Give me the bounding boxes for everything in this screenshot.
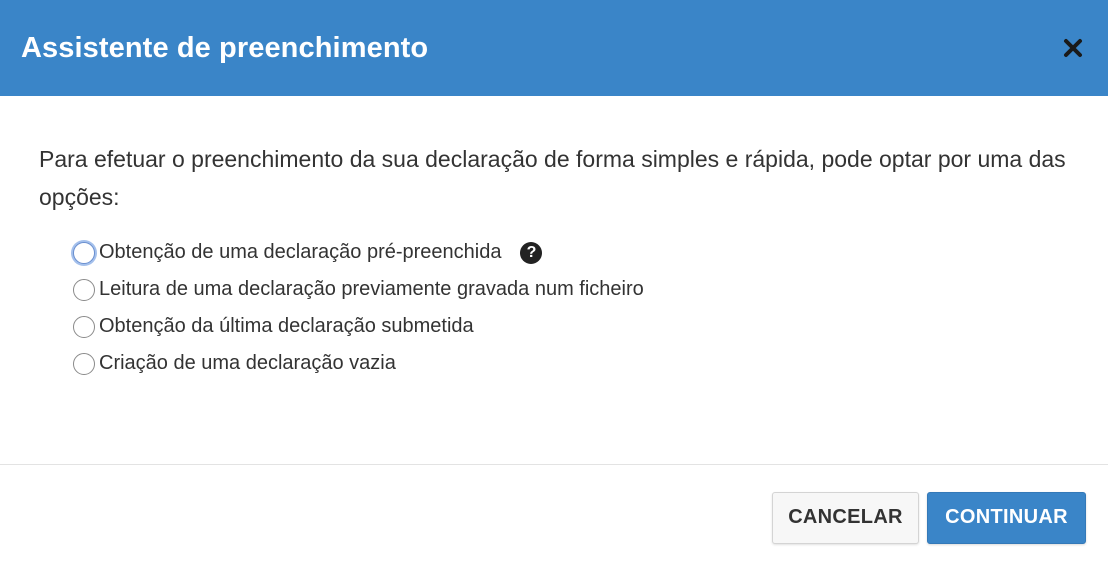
- close-button[interactable]: [1058, 33, 1088, 63]
- dialog-footer: CANCELAR CONTINUAR: [0, 465, 1108, 570]
- fill-assistant-dialog: Assistente de preenchimento Para efetuar…: [0, 0, 1108, 570]
- option-empty[interactable]: Criação de uma declaração vazia: [73, 345, 1068, 382]
- radio-last-submitted[interactable]: [73, 315, 95, 338]
- option-label: Leitura de uma declaração previamente gr…: [99, 278, 644, 300]
- radio-read-file[interactable]: [73, 278, 95, 301]
- continue-button[interactable]: CONTINUAR: [927, 491, 1086, 544]
- option-label: Obtenção da última declaração submetida: [99, 315, 474, 337]
- intro-text: Para efetuar o preenchimento da sua decl…: [39, 146, 1066, 210]
- cancel-button[interactable]: CANCELAR: [772, 491, 919, 544]
- option-pre-filled[interactable]: Obtenção de uma declaração pré-preenchid…: [73, 234, 1068, 271]
- radio-empty[interactable]: [73, 352, 95, 375]
- radio-pre-filled[interactable]: [73, 241, 95, 264]
- option-last-submitted[interactable]: Obtenção da última declaração submetida: [73, 308, 1068, 345]
- close-icon: [1064, 39, 1082, 57]
- question-circle-icon[interactable]: ?: [520, 241, 543, 264]
- options-radio-group: Obtenção de uma declaração pré-preenchid…: [39, 234, 1068, 382]
- option-label: Criação de uma declaração vazia: [99, 352, 396, 374]
- option-read-file[interactable]: Leitura de uma declaração previamente gr…: [73, 271, 1068, 308]
- dialog-body: Para efetuar o preenchimento da sua decl…: [0, 96, 1108, 464]
- option-label: Obtenção de uma declaração pré-preenchid…: [99, 241, 502, 263]
- dialog-title: Assistente de preenchimento: [21, 31, 429, 64]
- dialog-header: Assistente de preenchimento: [0, 0, 1108, 96]
